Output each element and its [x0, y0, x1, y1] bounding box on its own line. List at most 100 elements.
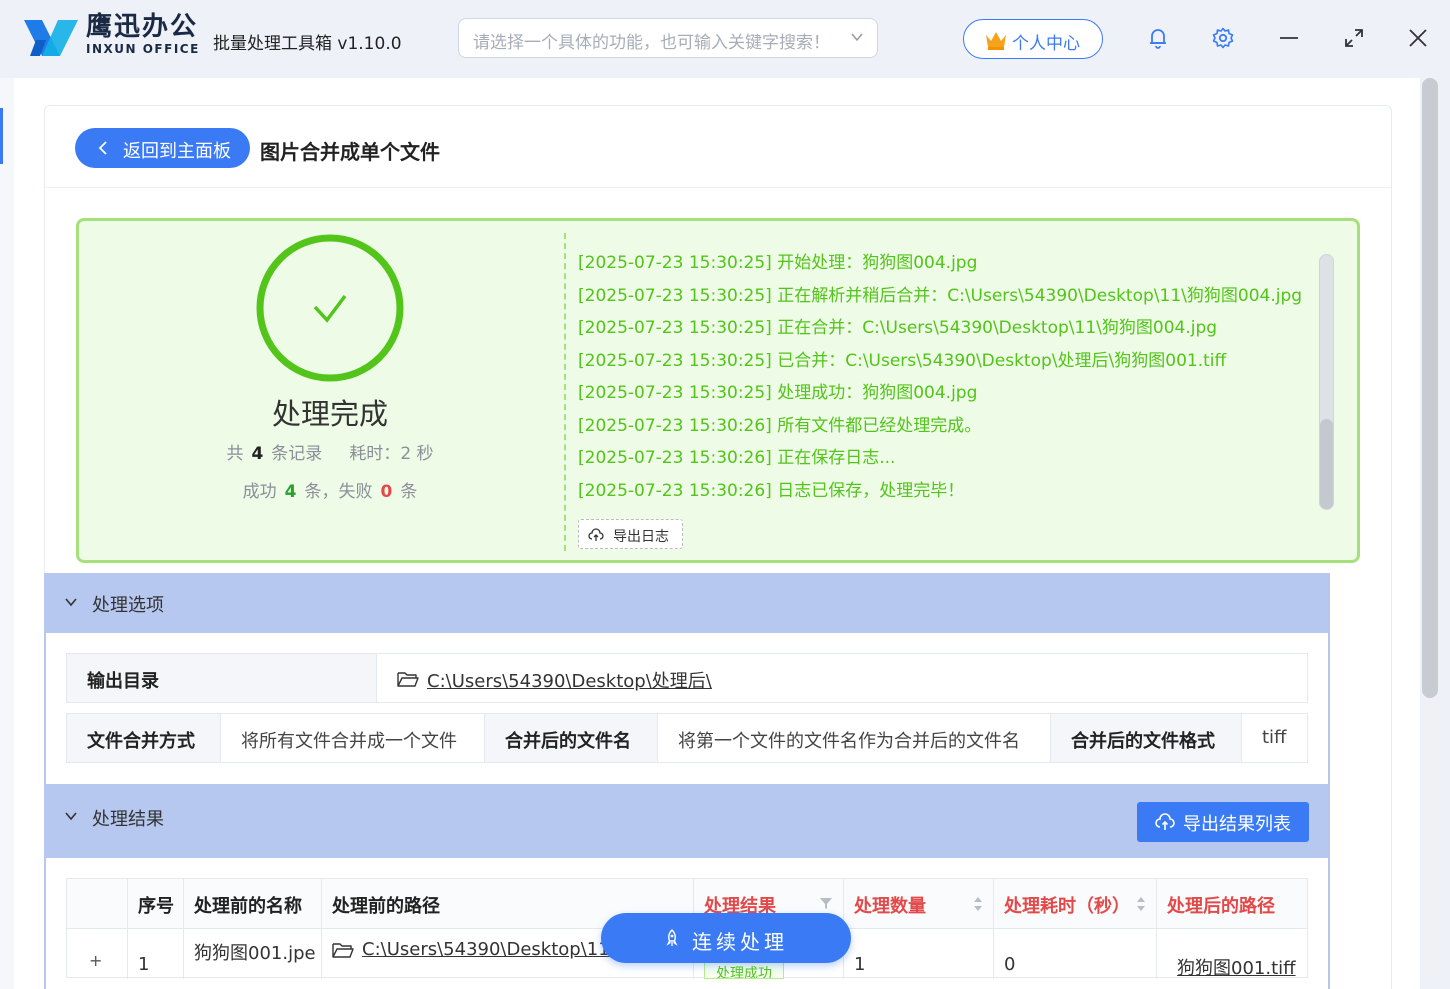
log-line: [2025-07-23 15:30:26] 正在保存日志...	[578, 448, 896, 468]
back-to-dashboard-button[interactable]: 返回到主面板	[75, 128, 250, 168]
log-line: [2025-07-23 15:30:25] 开始处理：狗狗图004.jpg	[578, 253, 978, 273]
user-center-button[interactable]: 个人中心	[963, 19, 1103, 59]
chevron-down-icon	[65, 812, 77, 821]
merged-format-value-cell: tiff	[1242, 714, 1307, 762]
column-header-duration[interactable]: 处理耗时（秒）	[994, 879, 1157, 929]
main-scrollbar-thumb[interactable]	[1422, 78, 1438, 698]
column-header-label: 处理耗时（秒）	[1004, 896, 1130, 917]
total-count: 4	[251, 444, 264, 464]
page-title: 图片合并成单个文件	[260, 140, 440, 164]
row-expand-cell[interactable]: +	[67, 929, 128, 979]
merge-mode-value: 将所有文件合并成一个文件	[241, 731, 457, 752]
sort-icon[interactable]	[1136, 896, 1146, 912]
column-header-label: 序号	[138, 896, 174, 917]
log-line: [2025-07-23 15:30:25] 正在解析并稍后合并：C:\Users…	[578, 285, 1303, 306]
status-title: 处理完成	[271, 397, 388, 431]
output-dir-value-cell[interactable]: C:\Users\54390\Desktop\处理后\	[377, 654, 1307, 702]
divider	[564, 233, 566, 551]
success-suffix: 条，失败	[304, 482, 373, 502]
result-summary-card: 处理完成 共 4 条记录 耗时：2 秒 成功 4 条，失败 0 条 [2025-07-23 …	[76, 218, 1360, 563]
page-header: 返回到主面板 图片合并成单个文件	[45, 106, 1391, 188]
merged-name-label-cell: 合并后的文件名	[485, 714, 658, 762]
merge-mode-value-cell: 将所有文件合并成一个文件	[221, 714, 485, 762]
filter-icon[interactable]	[819, 896, 833, 910]
export-result-list-label: 导出结果列表	[1183, 814, 1291, 835]
log-line: [2025-07-23 15:30:25] 正在合并：C:\Users\5439…	[578, 318, 1218, 338]
row-path-link[interactable]: C:\Users\54390\Desktop\11	[362, 939, 610, 960]
row-name-cell: 狗狗图001.jpe	[184, 929, 322, 979]
merge-mode-label-cell: 文件合并方式	[67, 714, 221, 762]
column-header-count[interactable]: 处理数量	[844, 879, 994, 929]
continue-processing-button[interactable]: 连续处理	[601, 913, 851, 963]
continue-processing-label: 连续处理	[692, 930, 788, 954]
log-line: [2025-07-23 15:30:25] 已合并：C:\Users\54390…	[578, 350, 1227, 371]
column-header-label: 处理后的路径	[1167, 896, 1275, 917]
cloud-upload-icon	[1155, 813, 1175, 830]
options-section-header[interactable]: 处理选项	[44, 573, 1330, 633]
check-circle-icon	[256, 234, 404, 382]
main-panel: 返回到主面板 图片合并成单个文件 处理完成 共 4 条记录 耗时：2 秒 成功 4 条，…	[14, 78, 1420, 989]
row-output-path-cell[interactable]: 狗狗图001.tiff	[1157, 929, 1307, 979]
maximize-icon[interactable]	[1342, 26, 1366, 50]
log-scrollbar-thumb[interactable]	[1320, 419, 1333, 509]
search-box[interactable]: 请选择一个具体的功能，也可输入关键字搜索！	[458, 18, 878, 58]
row-count-cell: 1	[844, 929, 994, 979]
fail-count: 0	[380, 482, 393, 502]
record-stats: 共 4 条记录 耗时：2 秒	[169, 439, 491, 464]
merge-options-row: 文件合并方式 将所有文件合并成一个文件 合并后的文件名 将第一个文件的文件名作为…	[66, 713, 1308, 763]
crown-icon	[986, 32, 1006, 50]
log-line: [2025-07-23 15:30:26] 所有文件都已经处理完成。	[578, 415, 982, 436]
options-section-title: 处理选项	[92, 595, 164, 616]
total-prefix: 共	[226, 444, 244, 464]
export-log-button[interactable]: 导出日志	[578, 519, 683, 549]
cloud-upload-icon	[588, 528, 604, 541]
close-icon[interactable]	[1406, 26, 1430, 50]
fail-suffix: 条	[400, 482, 418, 502]
rocket-icon	[666, 929, 678, 946]
chevron-down-icon	[65, 598, 77, 607]
column-header-output-path: 处理后的路径	[1157, 879, 1307, 929]
back-button-label: 返回到主面板	[123, 141, 231, 162]
output-dir-label: 输出目录	[87, 671, 159, 692]
time-prefix: 耗时：	[349, 444, 401, 464]
sort-icon[interactable]	[973, 896, 983, 912]
row-duration-cell: 0	[994, 929, 1157, 979]
bell-icon[interactable]	[1146, 26, 1170, 50]
column-header-expand	[67, 879, 128, 929]
output-dir-link[interactable]: C:\Users\54390\Desktop\处理后\	[427, 667, 712, 693]
output-dir-row: 输出目录 C:\Users\54390\Desktop\处理后\	[66, 653, 1308, 703]
folder-open-icon	[397, 672, 419, 687]
title-bar: 鹰迅办公 INXUN OFFICE 批量处理工具箱 v1.10.0 请选择一个具…	[0, 0, 1450, 78]
expand-icon[interactable]: +	[89, 951, 102, 970]
search-input[interactable]: 请选择一个具体的功能，也可输入关键字搜索！	[473, 28, 830, 53]
chevron-down-icon[interactable]	[849, 29, 865, 45]
row-output-path-link[interactable]: 狗狗图001.tiff	[1177, 954, 1296, 980]
inxun-logo-icon	[24, 20, 78, 56]
merged-name-value-cell: 将第一个文件的文件名作为合并后的文件名	[658, 714, 1051, 762]
row-index: 1	[138, 954, 150, 975]
column-header-label: 处理前的路径	[332, 896, 440, 917]
brand: 鹰迅办公 INXUN OFFICE	[86, 12, 200, 56]
success-count: 4	[284, 482, 297, 502]
log-line: [2025-07-23 15:30:25] 处理成功：狗狗图004.jpg	[578, 383, 978, 403]
export-result-list-button[interactable]: 导出结果列表	[1137, 802, 1309, 842]
gear-icon[interactable]	[1211, 26, 1235, 50]
brand-name-en: INXUN OFFICE	[86, 42, 200, 56]
merge-mode-label: 文件合并方式	[87, 731, 195, 752]
chevron-left-icon	[98, 141, 107, 155]
merged-format-label-cell: 合并后的文件格式	[1051, 714, 1242, 762]
output-dir-label-cell: 输出目录	[67, 654, 377, 702]
merged-name-label: 合并后的文件名	[505, 731, 631, 752]
user-center-label: 个人中心	[1012, 34, 1080, 54]
column-header-label: 处理前的名称	[194, 896, 302, 917]
minimize-icon[interactable]	[1277, 26, 1301, 50]
total-suffix: 条记录	[271, 444, 323, 464]
success-prefix: 成功	[242, 482, 277, 502]
app-title: 批量处理工具箱 v1.10.0	[213, 34, 402, 54]
sidebar-strip	[0, 78, 14, 989]
column-header-name: 处理前的名称	[184, 879, 322, 929]
results-section-title: 处理结果	[92, 809, 164, 830]
row-index-cell: 1	[128, 929, 184, 979]
row-name: 狗狗图001.jpe	[194, 943, 316, 964]
folder-open-icon	[332, 943, 354, 958]
